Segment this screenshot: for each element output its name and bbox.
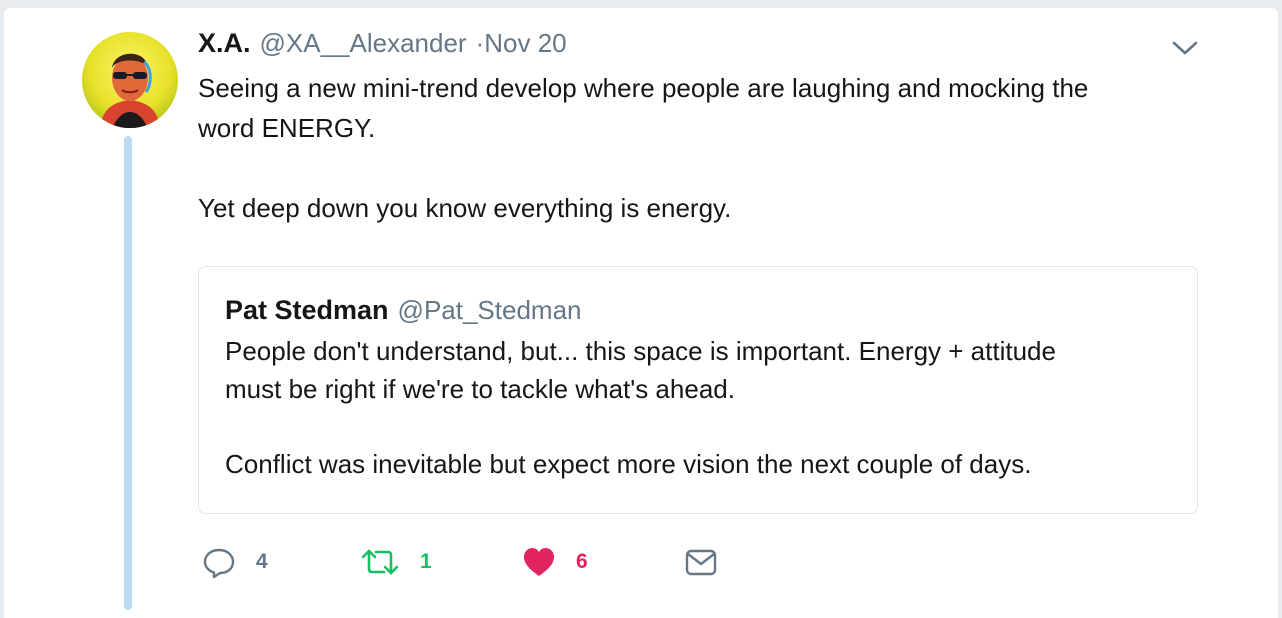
chevron-down-icon <box>1172 41 1198 55</box>
like-button[interactable]: 6 <box>522 542 588 582</box>
tweet-card: X.A. @XA__Alexander · Nov 20 Seeing a ne… <box>4 8 1278 618</box>
thread-line <box>124 136 132 610</box>
heart-icon <box>524 548 554 576</box>
author-name[interactable]: X.A. <box>198 28 251 59</box>
author-avatar[interactable] <box>82 32 178 128</box>
reply-icon <box>203 548 235 579</box>
author-handle[interactable]: @XA__Alexander <box>260 28 467 59</box>
retweet-count: 1 <box>420 550 432 573</box>
separator-dot: · <box>475 28 485 58</box>
avatar-image <box>82 32 178 128</box>
quoted-tweet-text: People don't understand, but... this spa… <box>225 336 1056 479</box>
quoted-author-name: Pat Stedman <box>225 295 389 325</box>
tweet-menu-button[interactable] <box>1170 36 1200 60</box>
envelope-icon <box>685 549 717 576</box>
like-count: 6 <box>576 550 588 573</box>
retweet-icon <box>361 549 399 575</box>
tweet-timestamp[interactable]: Nov 20 <box>484 28 566 59</box>
reply-button[interactable]: 4 <box>202 542 268 582</box>
tweet-header: X.A. @XA__Alexander · Nov 20 <box>198 28 567 64</box>
tweet-text: Seeing a new mini-trend develop where pe… <box>198 73 1089 223</box>
direct-message-button[interactable] <box>684 542 718 582</box>
tweet-actions: 4 1 6 <box>4 542 1278 582</box>
quoted-tweet[interactable]: Pat Stedman @Pat_Stedman People don't un… <box>198 266 1198 514</box>
reply-count: 4 <box>256 550 268 573</box>
quoted-author-handle: @Pat_Stedman <box>397 295 582 325</box>
retweet-button[interactable]: 1 <box>360 542 432 582</box>
quoted-tweet-header: Pat Stedman @Pat_Stedman <box>225 295 582 326</box>
